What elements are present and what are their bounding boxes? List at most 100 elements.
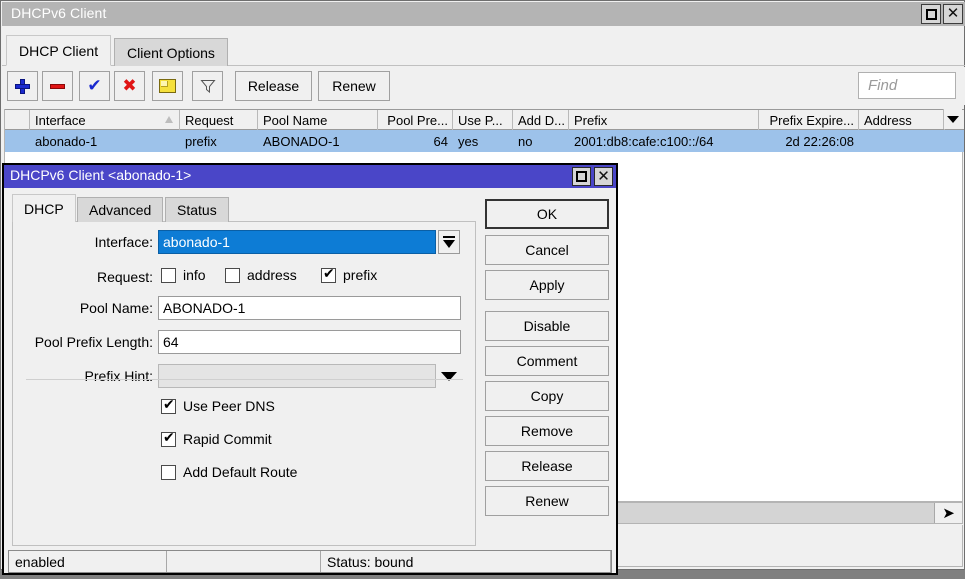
remove-button[interactable] <box>42 71 73 101</box>
table-column-header[interactable]: Prefix <box>569 110 759 130</box>
release-button[interactable]: Release <box>235 71 312 101</box>
main-tabstrip: DHCP Client Client Options <box>2 26 965 66</box>
remove-button-label: Remove <box>521 423 573 439</box>
request-label: Request: <box>13 269 153 285</box>
table-column-header[interactable]: Interface <box>30 110 180 130</box>
request-address-label: address <box>247 267 297 283</box>
table-column-header[interactable]: Pool Name <box>258 110 378 130</box>
table-column-header-label: Pool Pre... <box>387 113 448 128</box>
table-cell[interactable]: ABONADO-1 <box>258 130 378 152</box>
remove-button[interactable]: Remove <box>485 416 609 446</box>
status-segment: Status: bound <box>321 551 611 572</box>
apply-button[interactable]: Apply <box>485 270 609 300</box>
table-column-header[interactable]: Address <box>859 110 945 130</box>
main-window-title: DHCPv6 Client <box>11 5 106 21</box>
tab-client-options[interactable]: Client Options <box>114 38 228 66</box>
prefix-hint-label: Prefix Hint: <box>13 368 153 384</box>
tab-dhcp[interactable]: DHCP <box>12 194 76 222</box>
check-icon: ✔ <box>87 78 101 95</box>
table-cell[interactable]: abonado-1 <box>30 130 180 152</box>
table-cell[interactable]: no <box>513 130 569 152</box>
status-segment: enabled <box>9 551 167 572</box>
table-column-header-label: Address <box>864 113 912 128</box>
restore-icon[interactable] <box>921 4 941 24</box>
dropdown-arrow-icon[interactable] <box>438 230 460 254</box>
cancel-button[interactable]: Cancel <box>485 235 609 265</box>
interface-label: Interface: <box>13 234 153 250</box>
apply-button-label: Apply <box>529 277 564 293</box>
copy-button[interactable]: Copy <box>485 381 609 411</box>
tab-dhcp-client-label: DHCP Client <box>19 43 98 59</box>
search-placeholder: Find <box>868 77 897 94</box>
request-info-checkbox[interactable]: info <box>161 267 206 283</box>
dropdown-arrow-glyph <box>443 236 455 248</box>
table-column-header[interactable]: Request <box>180 110 258 130</box>
tab-dhcp-client[interactable]: DHCP Client <box>6 35 111 66</box>
tab-dhcp-label: DHCP <box>24 201 64 217</box>
table-row[interactable]: abonado-1prefixABONADO-164yesno2001:db8:… <box>5 130 964 152</box>
checkbox-address <box>225 268 240 283</box>
request-address-checkbox[interactable]: address <box>225 267 297 283</box>
arrow-right-icon[interactable]: ➤ <box>934 503 962 523</box>
table-cell[interactable]: 2001:db8:cafe:c100::/64 <box>569 130 759 152</box>
checkbox-prefix <box>321 268 336 283</box>
dialog-restore-icon[interactable] <box>572 167 591 186</box>
dialog-close-glyph: ✕ <box>597 169 610 184</box>
search-input[interactable]: Find <box>858 72 956 99</box>
chevron-down-icon[interactable] <box>943 109 962 129</box>
checkbox-add-default-route <box>161 465 176 480</box>
table-cell[interactable] <box>5 130 30 152</box>
interface-field-value: abonado-1 <box>163 234 230 250</box>
disable-button[interactable]: ✖ <box>114 71 145 101</box>
enable-button[interactable]: ✔ <box>79 71 110 101</box>
prefix-hint-field[interactable] <box>158 364 436 388</box>
cancel-button-label: Cancel <box>525 242 569 258</box>
table-cell[interactable]: 64 <box>378 130 453 152</box>
release-button-label: Release <box>521 458 572 474</box>
request-prefix-checkbox[interactable]: prefix <box>321 267 377 283</box>
release-button[interactable]: Release <box>485 451 609 481</box>
filter-button[interactable] <box>192 71 223 101</box>
ok-button[interactable]: OK <box>485 199 609 229</box>
table-cell[interactable]: prefix <box>180 130 258 152</box>
table-column-header[interactable] <box>5 110 30 130</box>
tab-status[interactable]: Status <box>165 197 229 222</box>
table-header-row: InterfaceRequestPool Name Pool Pre... Use … <box>5 109 964 130</box>
pool-prefix-length-field[interactable]: 64 <box>158 330 461 354</box>
table-column-header[interactable]: Prefix Expire... <box>759 110 859 130</box>
restore-glyph <box>926 9 937 20</box>
dialog-close-icon[interactable]: ✕ <box>594 167 613 186</box>
table-cell[interactable]: yes <box>453 130 513 152</box>
renew-button-label: Renew <box>332 78 376 94</box>
checkbox-use-peer-dns <box>161 399 176 414</box>
tab-advanced[interactable]: Advanced <box>77 197 163 222</box>
dialog-titlebar[interactable]: DHCPv6 Client <abonado-1> ✕ <box>4 165 616 188</box>
minus-icon <box>50 84 65 89</box>
renew-button[interactable]: Renew <box>318 71 390 101</box>
renew-button[interactable]: Renew <box>485 486 609 516</box>
add-default-route-checkbox[interactable]: Add Default Route <box>161 464 297 480</box>
rapid-commit-label: Rapid Commit <box>183 431 272 447</box>
tab-client-options-label: Client Options <box>127 45 215 61</box>
table-cell[interactable] <box>859 130 945 152</box>
main-titlebar[interactable]: DHCPv6 Client ✕ <box>2 2 965 26</box>
table-cell[interactable]: 2d 22:26:08 <box>759 130 859 152</box>
comment-button[interactable]: Comment <box>485 346 609 376</box>
renew-button-label: Renew <box>525 493 569 509</box>
add-button[interactable] <box>7 71 38 101</box>
release-button-label: Release <box>248 78 299 94</box>
rapid-commit-checkbox[interactable]: Rapid Commit <box>161 431 272 447</box>
cross-icon: ✖ <box>122 78 136 95</box>
table-column-header[interactable]: Use P... <box>453 110 513 130</box>
request-prefix-label: prefix <box>343 267 377 283</box>
table-column-header[interactable]: Pool Pre... <box>378 110 453 130</box>
comment-button[interactable] <box>152 71 183 101</box>
disable-button[interactable]: Disable <box>485 311 609 341</box>
table-column-header[interactable]: Add D... <box>513 110 569 130</box>
note-icon <box>159 79 176 93</box>
close-icon[interactable]: ✕ <box>943 4 963 24</box>
pool-name-field[interactable]: ABONADO-1 <box>158 296 461 320</box>
toolbar: ✔ ✖ Release Renew Find <box>2 67 965 105</box>
use-peer-dns-checkbox[interactable]: Use Peer DNS <box>161 398 275 414</box>
interface-field[interactable]: abonado-1 <box>158 230 436 254</box>
